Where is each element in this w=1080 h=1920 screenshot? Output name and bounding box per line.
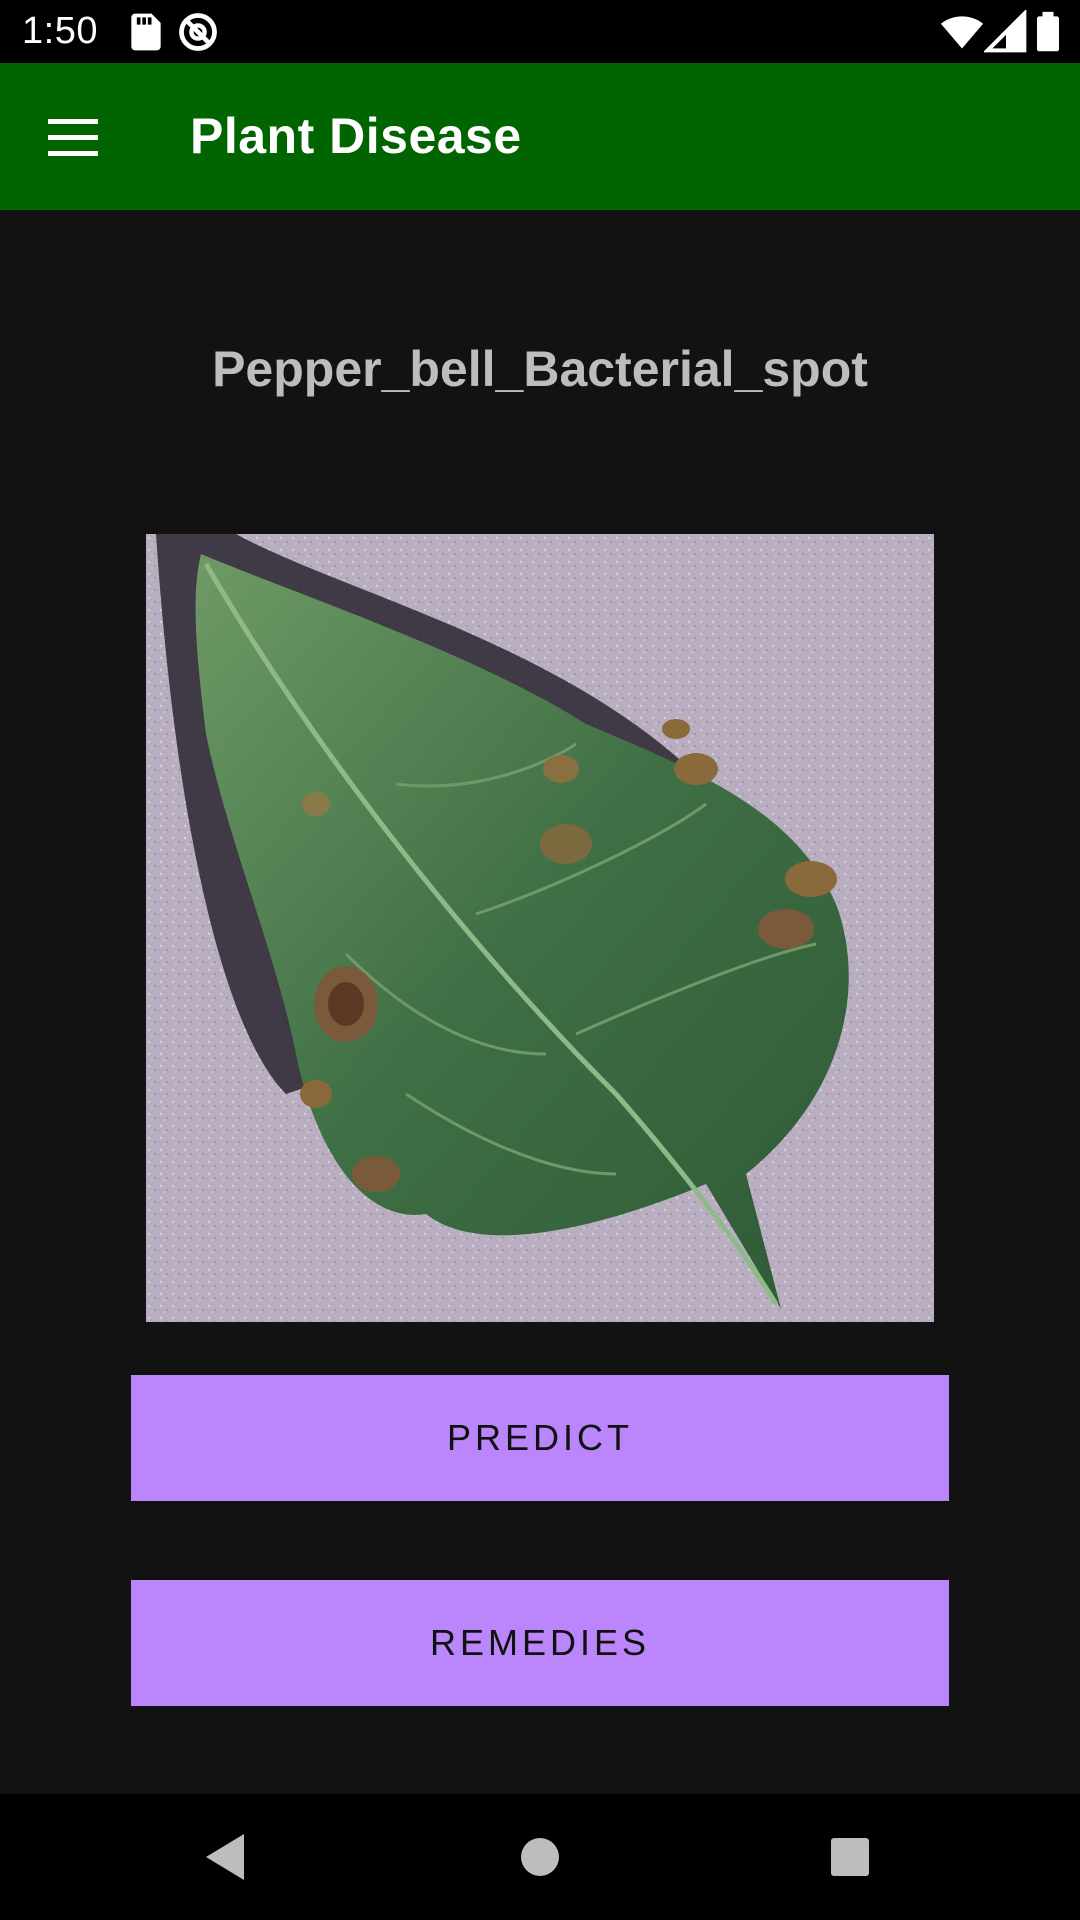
signal-icon bbox=[982, 8, 1028, 54]
menu-button[interactable] bbox=[30, 103, 116, 171]
recents-button[interactable] bbox=[810, 1822, 890, 1892]
navigation-bar bbox=[0, 1794, 1080, 1920]
app-title: Plant Disease bbox=[190, 108, 522, 164]
status-time: 1:50 bbox=[22, 10, 98, 52]
prediction-label: Pepper_bell_Bacterial_spot bbox=[212, 341, 868, 397]
back-button[interactable] bbox=[186, 1822, 266, 1892]
sd-card-icon bbox=[124, 10, 168, 54]
remedies-button[interactable]: REMEDIES bbox=[131, 1580, 949, 1706]
home-icon bbox=[500, 1838, 580, 1896]
battery-icon bbox=[1030, 10, 1074, 54]
at-sign-icon bbox=[176, 10, 220, 54]
screen: 1:50 Plant Disease Pepper_bell_Bacterial… bbox=[0, 0, 1080, 1920]
pepper-leaf-image bbox=[146, 534, 934, 1322]
wifi-icon bbox=[940, 10, 984, 54]
back-icon bbox=[186, 1834, 266, 1896]
predict-button[interactable]: PREDICT bbox=[131, 1375, 949, 1501]
recents-icon bbox=[810, 1838, 890, 1896]
home-button[interactable] bbox=[500, 1822, 580, 1892]
status-bar: 1:50 bbox=[0, 0, 1080, 63]
hamburger-menu-icon bbox=[30, 103, 116, 171]
app-bar: Plant Disease bbox=[0, 63, 1080, 210]
